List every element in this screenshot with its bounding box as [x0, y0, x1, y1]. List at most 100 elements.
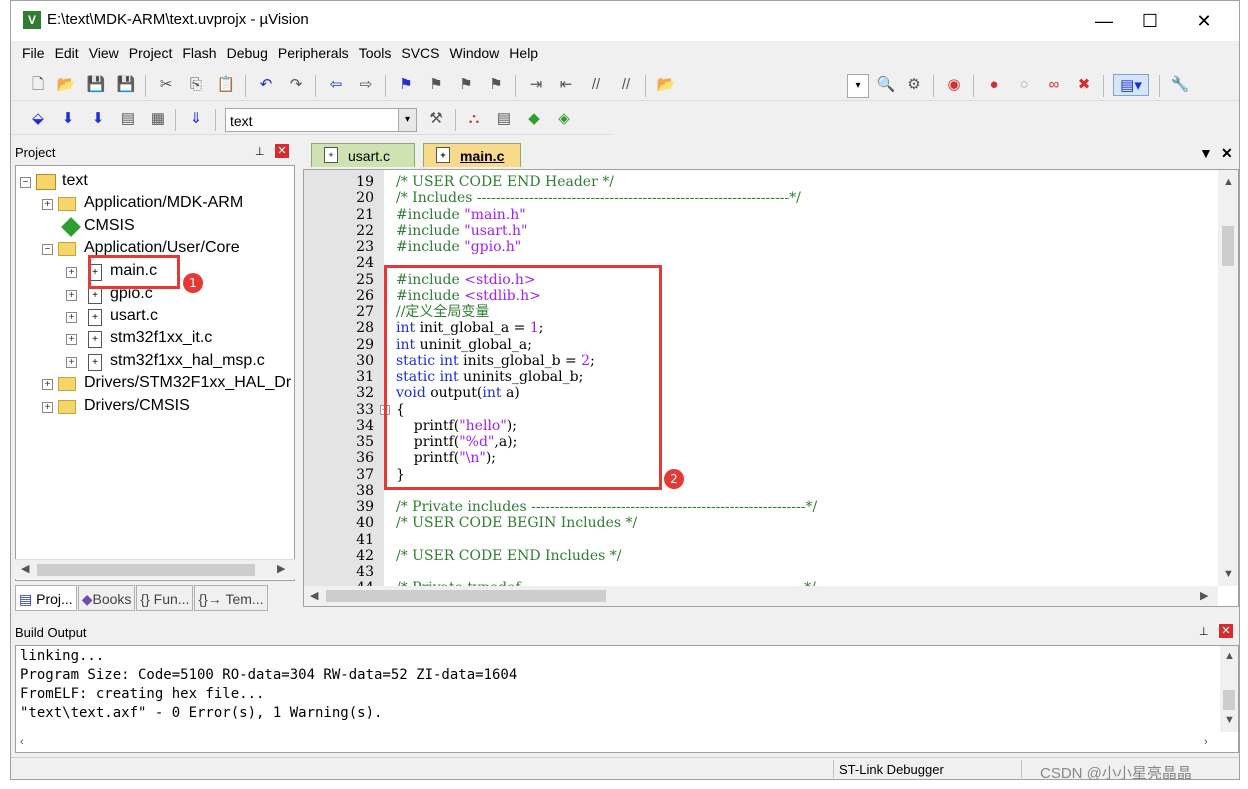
expand-icon[interactable]: +	[42, 379, 53, 390]
cut-icon[interactable]: ✂	[155, 74, 177, 96]
scroll-thumb[interactable]	[37, 564, 255, 576]
tab-project[interactable]: ▤ Proj...	[15, 585, 77, 611]
window-layout-icon[interactable]: ▤▾	[1113, 74, 1149, 96]
enable-breakpoint-icon[interactable]: ○	[1013, 74, 1035, 96]
editor-tab-usart-c[interactable]: + usart.c	[311, 143, 415, 167]
menu-view[interactable]: View	[86, 41, 126, 65]
save-icon[interactable]: 💾	[85, 74, 107, 96]
build-output-pane[interactable]: linking... Program Size: Code=5100 RO-da…	[15, 645, 1239, 753]
scroll-down-icon[interactable]: ▼	[1223, 568, 1234, 580]
tab-functions[interactable]: {} Fun...	[136, 585, 194, 611]
menu-debug[interactable]: Debug	[224, 41, 275, 65]
manage-rte-icon[interactable]: ◆	[523, 108, 545, 130]
download-icon[interactable]: ⇓	[185, 108, 207, 130]
tree-item-label: stm32f1xx_hal_msp.c	[110, 352, 265, 369]
editor-hscrollbar[interactable]: ◀ ▶	[304, 586, 1218, 606]
pin-icon[interactable]: ⊥	[255, 145, 265, 158]
copy-icon[interactable]: ⎘	[185, 74, 207, 96]
find-icon[interactable]: 🔍	[875, 74, 897, 96]
tab-templates[interactable]: {}→ Tem...	[194, 585, 268, 611]
debug-session-icon[interactable]: ◉	[943, 74, 965, 96]
scroll-down-icon[interactable]: ▼	[1224, 714, 1235, 726]
disable-breakpoints-icon[interactable]: ∞	[1043, 74, 1065, 96]
menu-peripherals[interactable]: Peripherals	[275, 41, 356, 65]
find-dropdown[interactable]: ▾	[847, 74, 869, 98]
scroll-right-icon[interactable]: ›	[1204, 736, 1208, 748]
pin-icon[interactable]: ⊥	[1199, 625, 1209, 638]
close-window-button[interactable]: ✕	[1181, 7, 1227, 35]
editor-vscrollbar[interactable]: ▲ ▼	[1218, 170, 1238, 586]
configure-tools-icon[interactable]: 🔧	[1169, 74, 1191, 96]
open-folder-icon[interactable]: 📂	[55, 74, 77, 96]
tab-books[interactable]: ◆Books	[77, 585, 136, 611]
uncomment-icon[interactable]: //	[615, 74, 637, 96]
close-panel-icon[interactable]: ✕	[1219, 624, 1233, 638]
redo-icon[interactable]: ↷	[285, 74, 307, 96]
menu-flash[interactable]: Flash	[179, 41, 223, 65]
menu-tools[interactable]: Tools	[356, 41, 399, 65]
build-line: "text\text.axf" - 0 Error(s), 1 Warning(…	[20, 705, 383, 721]
target-options-icon[interactable]: ⚒	[425, 108, 447, 130]
build-icon[interactable]: ⬇	[57, 108, 79, 130]
menu-file[interactable]: File	[19, 41, 52, 65]
expand-icon[interactable]: +	[66, 357, 77, 368]
target-select[interactable]: text ▾	[225, 108, 417, 132]
kill-breakpoints-icon[interactable]: ✖	[1073, 74, 1095, 96]
scroll-up-icon[interactable]: ▲	[1223, 176, 1234, 188]
undo-icon[interactable]: ↶	[255, 74, 277, 96]
menu-edit[interactable]: Edit	[52, 41, 86, 65]
close-panel-icon[interactable]: ✕	[275, 144, 289, 158]
expand-icon[interactable]: +	[66, 312, 77, 323]
insert-breakpoint-icon[interactable]: ●	[983, 74, 1005, 96]
indent-icon[interactable]: ⇥	[525, 74, 547, 96]
expand-icon[interactable]: +	[66, 290, 77, 301]
stop-build-icon[interactable]: ▦	[147, 108, 169, 130]
file-extensions-icon[interactable]: ▤	[493, 108, 515, 130]
find-in-files-icon[interactable]: 📂	[655, 74, 677, 96]
expand-icon[interactable]: +	[42, 199, 53, 210]
scroll-thumb[interactable]	[1223, 690, 1235, 710]
bookmark-icon[interactable]: ⚑	[395, 74, 417, 96]
toolbar-separator	[455, 109, 456, 131]
navigate-forward-icon[interactable]: ⇨	[355, 74, 377, 96]
expand-icon[interactable]: +	[66, 267, 77, 278]
menu-window[interactable]: Window	[447, 41, 507, 65]
translate-icon[interactable]: ⬙	[27, 108, 49, 130]
expand-icon[interactable]: +	[66, 334, 77, 345]
project-tree-hscrollbar[interactable]: ◀ ▶	[15, 559, 295, 579]
menu-svcs[interactable]: SVCS	[398, 41, 446, 65]
minimize-button[interactable]: —	[1081, 7, 1127, 35]
manage-components-icon[interactable]: ⛬	[463, 108, 485, 130]
menu-project[interactable]: Project	[126, 41, 180, 65]
navigate-back-icon[interactable]: ⇦	[325, 74, 347, 96]
tab-list-dropdown-icon[interactable]: ▼	[1199, 145, 1213, 161]
scroll-thumb[interactable]	[326, 590, 606, 602]
build-output-vscrollbar[interactable]: ▲ ▼	[1220, 646, 1238, 732]
close-editor-icon[interactable]: ✕	[1221, 145, 1233, 162]
collapse-icon[interactable]: −	[20, 177, 31, 188]
pack-installer-icon[interactable]: ◈	[553, 108, 575, 130]
maximize-button[interactable]: ☐	[1127, 7, 1173, 35]
incremental-find-icon[interactable]: ⚙	[903, 74, 925, 96]
scroll-right-icon[interactable]: ▶	[1200, 589, 1208, 602]
comment-icon[interactable]: //	[585, 74, 607, 96]
rebuild-icon[interactable]: ⬇	[87, 108, 109, 130]
prev-bookmark-icon[interactable]: ⚑	[425, 74, 447, 96]
scroll-left-icon[interactable]: ◀	[310, 589, 318, 602]
clear-bookmarks-icon[interactable]: ⚑	[485, 74, 507, 96]
collapse-icon[interactable]: −	[42, 244, 53, 255]
batch-build-icon[interactable]: ▤	[117, 108, 139, 130]
paste-icon[interactable]: 📋	[215, 74, 237, 96]
scroll-up-icon[interactable]: ▲	[1224, 650, 1235, 662]
scroll-left-icon[interactable]: ‹	[20, 736, 24, 748]
next-bookmark-icon[interactable]: ⚑	[455, 74, 477, 96]
new-file-icon[interactable]: 🗋	[27, 74, 49, 96]
editor-tab-main-c[interactable]: + main.c	[423, 143, 521, 167]
expand-icon[interactable]: +	[42, 402, 53, 413]
scroll-left-icon[interactable]: ◀	[21, 562, 29, 575]
save-all-icon[interactable]: 💾	[115, 74, 137, 96]
unindent-icon[interactable]: ⇤	[555, 74, 577, 96]
scroll-thumb[interactable]	[1222, 226, 1234, 266]
menu-help[interactable]: Help	[506, 41, 545, 65]
scroll-right-icon[interactable]: ▶	[277, 562, 285, 575]
